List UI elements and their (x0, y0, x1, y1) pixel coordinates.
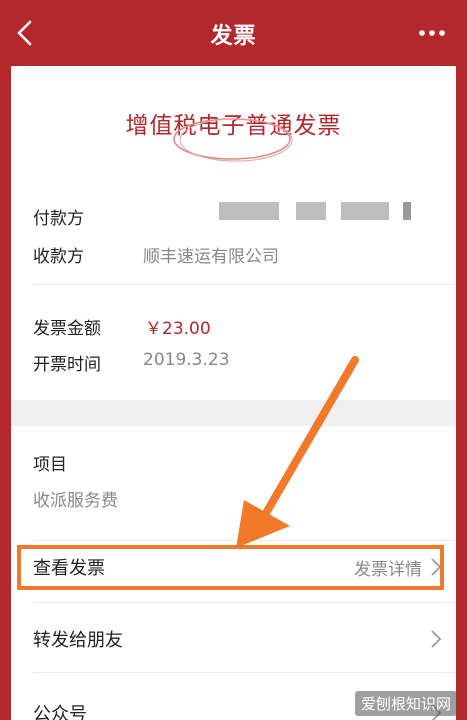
forward-to-friend-item[interactable]: 转发给朋友 (11, 614, 456, 664)
item-value: 收派服务费 (33, 491, 118, 511)
watermark: 爱刨根知识网 (354, 691, 457, 716)
section-gap (11, 400, 456, 426)
invoice-card: 增值税电子普通发票 付款方 收款方 顺丰速运有限公司 发票金额 ￥23.00 开… (11, 66, 456, 720)
payee-label: 收款方 (33, 247, 84, 267)
item-label: 项目 (33, 455, 67, 475)
stamp-oval-icon (173, 118, 293, 162)
amount-label: 发票金额 (33, 319, 101, 339)
payer-label: 付款方 (33, 209, 84, 229)
navigation-bar: 发票 (0, 0, 467, 66)
payer-redacted (219, 202, 279, 220)
highlight-box (17, 545, 444, 590)
date-label: 开票时间 (33, 355, 101, 375)
payer-redacted (296, 202, 326, 220)
more-options-icon[interactable] (417, 24, 447, 42)
payer-redacted (341, 202, 389, 220)
payer-redacted (403, 202, 411, 220)
divider (33, 540, 456, 541)
menu-item-label: 公众号 (33, 704, 87, 720)
page-title: 发票 (210, 24, 257, 49)
divider (33, 672, 456, 673)
chevron-right-icon (431, 630, 442, 648)
date-value: 2019.3.23 (143, 350, 230, 370)
menu-item-label: 转发给朋友 (33, 630, 123, 651)
amount-value: ￥23.00 (145, 319, 211, 339)
divider (33, 284, 456, 285)
payee-value: 顺丰速运有限公司 (143, 247, 279, 267)
divider (33, 602, 456, 603)
